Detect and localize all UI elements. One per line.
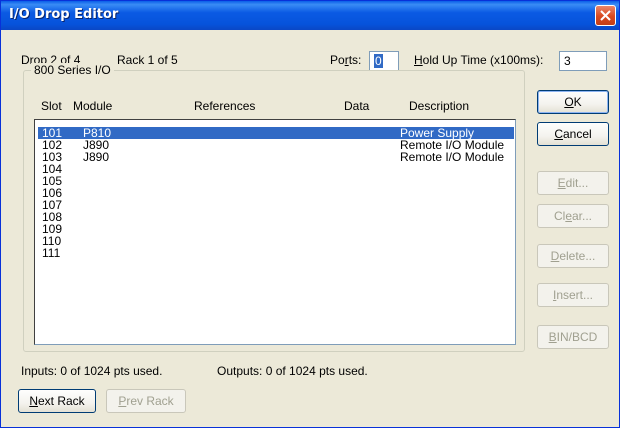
- column-header-description: Description: [409, 99, 470, 113]
- close-icon: [600, 10, 611, 21]
- prev-rack-button[interactable]: Prev Rack: [106, 389, 186, 413]
- hold-up-time-input[interactable]: 3: [559, 51, 607, 71]
- list-item[interactable]: 107: [38, 199, 514, 211]
- column-header-slot: Slot: [41, 99, 62, 113]
- io-drop-editor-window: I/O Drop Editor Drop 2 of 4 Rack 1 of 5 …: [0, 0, 620, 428]
- outputs-status: Outputs: 0 of 1024 pts used.: [217, 364, 368, 378]
- module-list[interactable]: 101 P810 Power Supply 102 J890 Remote I/…: [34, 119, 516, 345]
- ports-label: Ports:: [330, 53, 362, 67]
- next-rack-button[interactable]: Next Rack: [18, 389, 96, 413]
- close-button[interactable]: [595, 5, 616, 26]
- list-item[interactable]: 103 J890 Remote I/O Module: [38, 151, 514, 163]
- delete-button[interactable]: Delete...: [537, 244, 609, 268]
- column-header-data: Data: [344, 99, 370, 113]
- bin-bcd-button[interactable]: BIN/BCD: [537, 325, 609, 349]
- group-title: 800 Series I/O: [31, 63, 114, 77]
- inputs-status: Inputs: 0 of 1024 pts used.: [21, 364, 163, 378]
- clear-button[interactable]: Clear...: [537, 204, 609, 228]
- ok-button[interactable]: OK: [537, 90, 609, 114]
- list-item[interactable]: 110: [38, 235, 514, 247]
- edit-button[interactable]: Edit...: [537, 171, 609, 195]
- title-bar[interactable]: I/O Drop Editor: [1, 1, 619, 30]
- cancel-button[interactable]: Cancel: [537, 122, 609, 146]
- ports-input[interactable]: 0: [369, 51, 399, 71]
- rack-label: Rack 1 of 5: [117, 53, 178, 67]
- list-item[interactable]: 106: [38, 187, 514, 199]
- window-title: I/O Drop Editor: [9, 7, 119, 22]
- list-item[interactable]: 109: [38, 223, 514, 235]
- hold-up-time-label: Hold Up Time (x100ms):: [414, 53, 544, 67]
- list-item[interactable]: 105: [38, 175, 514, 187]
- list-item[interactable]: 111: [38, 247, 514, 259]
- list-item[interactable]: 108: [38, 211, 514, 223]
- column-header-references: References: [194, 99, 256, 113]
- insert-button[interactable]: Insert...: [537, 283, 609, 307]
- list-item[interactable]: 104: [38, 163, 514, 175]
- column-header-module: Module: [73, 99, 113, 113]
